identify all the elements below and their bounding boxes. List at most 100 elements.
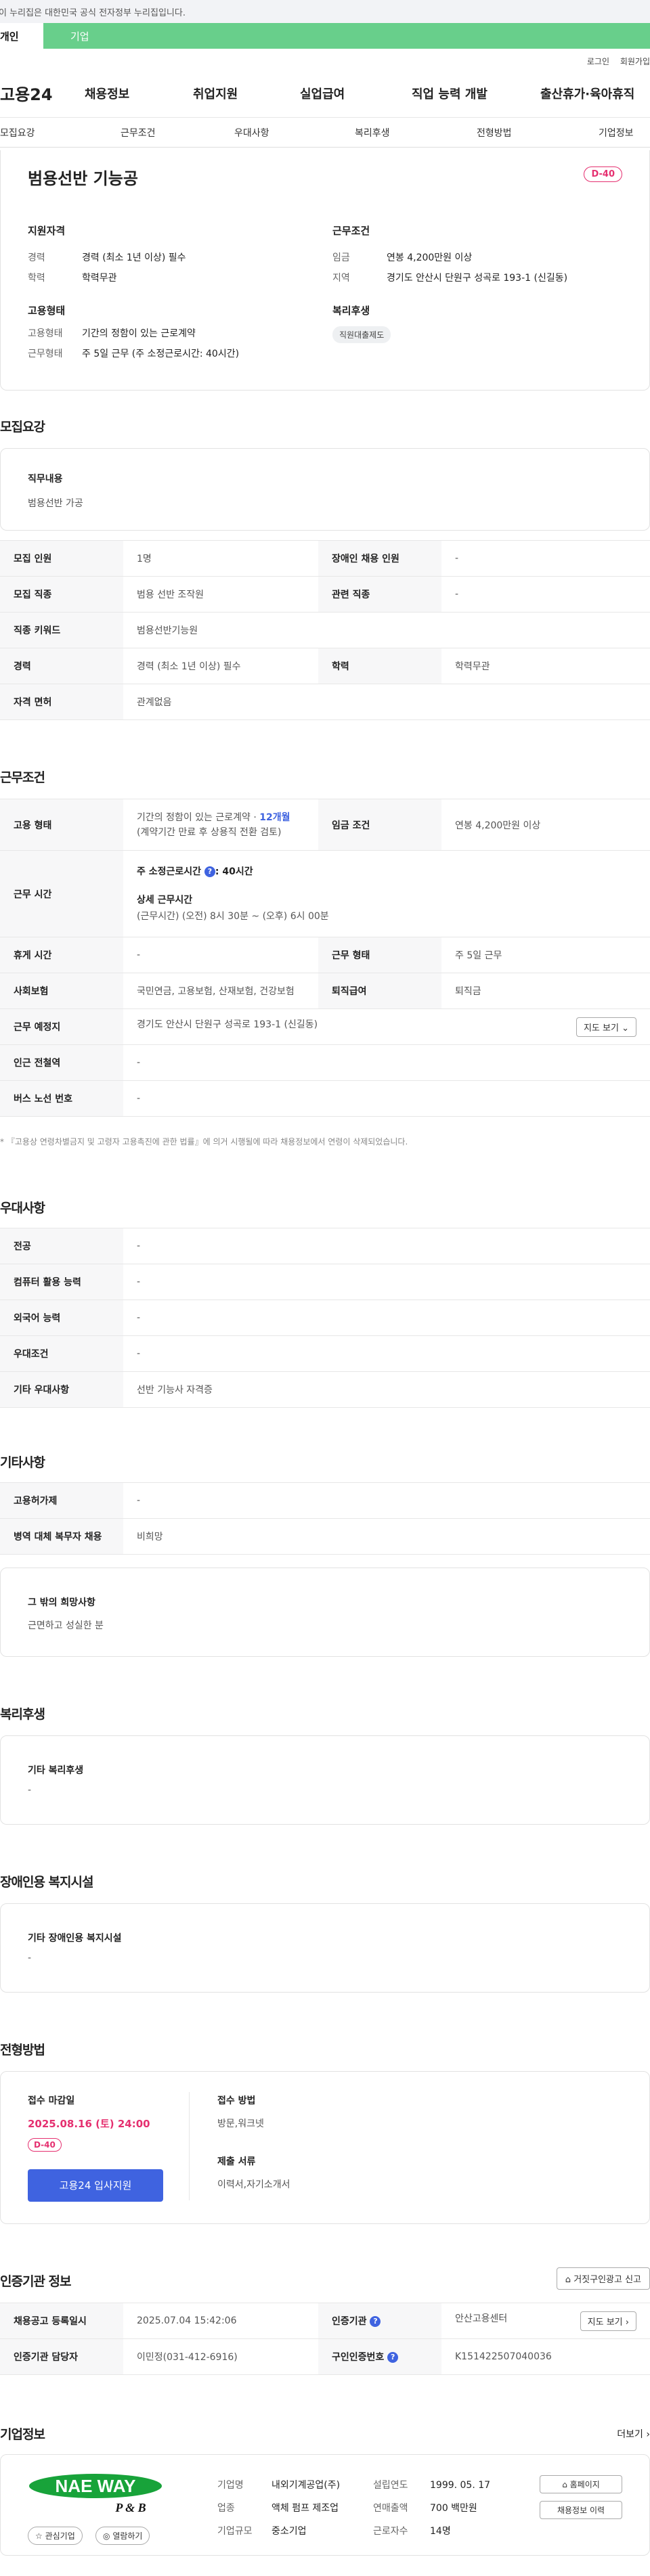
report-button[interactable]: ⌂ 거짓구인광고 신고 bbox=[556, 2267, 650, 2290]
cell-value: 관계없음 bbox=[123, 684, 650, 720]
subnav-welfare[interactable]: 복리후생 bbox=[355, 126, 477, 139]
login-link[interactable]: 로그인 bbox=[587, 57, 609, 66]
process-divider bbox=[189, 2092, 190, 2200]
table-row: 사회보험 국민연금, 고용보험, 산재보험, 건강보험 퇴직급여 퇴직금 bbox=[0, 973, 650, 1009]
cell-label: 구인인증번호 ? bbox=[318, 2338, 441, 2375]
cell-value: - bbox=[123, 1044, 650, 1081]
deadline-value: 2025.08.16 (토) 24:00 bbox=[28, 2118, 150, 2130]
cell-label: 장애인 채용 인원 bbox=[318, 540, 441, 577]
company-heading: 기업정보 bbox=[0, 2427, 45, 2442]
age-note: * 『고용상 연령차별금지 및 고령자 고용촉진에 관한 법률』에 의거 시행될… bbox=[0, 1137, 408, 1147]
cell-label: 외국어 능력 bbox=[0, 1300, 123, 1336]
cert-map-button[interactable]: 지도 보기 › bbox=[580, 2311, 636, 2331]
cell-value: - bbox=[123, 1482, 650, 1519]
cell-value: - bbox=[123, 1080, 650, 1117]
disability-heading: 장애인용 복지시설 bbox=[0, 1875, 93, 1890]
wish-value: 근면하고 성실한 분 bbox=[28, 1620, 104, 1631]
table-row: 버스 노선 번호 - bbox=[0, 1080, 650, 1117]
favorite-company-button[interactable]: ☆ 관심기업 bbox=[28, 2527, 83, 2545]
docs-label: 제출 서류 bbox=[217, 2156, 256, 2167]
cell-value: 경기도 안산시 단원구 성곡로 193-1 (신길동) 지도 보기 ⌄ bbox=[123, 1008, 650, 1045]
qual-label: 경력 bbox=[28, 252, 45, 263]
nav-jobs[interactable]: 채용정보 bbox=[85, 85, 193, 102]
table-row: 근무 예정지 경기도 안산시 단원구 성곡로 193-1 (신길동) 지도 보기 ⌄ bbox=[0, 1008, 650, 1045]
emp-value: 기간의 정함이 있는 근로계약 bbox=[82, 328, 196, 339]
help-icon[interactable]: ? bbox=[204, 866, 215, 877]
cell-value: 경력 (최소 1년 이상) 필수 bbox=[123, 648, 318, 684]
table-row: 우대조건 - bbox=[0, 1335, 650, 1372]
emp-value: 주 5일 근무 (주 소정근로시간: 40시간) bbox=[82, 349, 240, 359]
duty-card: 직무내용 범용선반 가공 bbox=[0, 448, 650, 531]
homepage-label: 홈페이지 bbox=[569, 2480, 600, 2489]
nav-training[interactable]: 직업 능력 개발 bbox=[412, 85, 540, 102]
eye-icon: ◎ bbox=[103, 2531, 110, 2541]
contract-period: 12개월 bbox=[259, 812, 290, 823]
info-value: 700 백만원 bbox=[430, 2503, 477, 2514]
deadline-label: 접수 마감일 bbox=[28, 2095, 75, 2106]
cell-label: 우대조건 bbox=[0, 1335, 123, 1372]
apply-button-label: 고용24 입사지원 bbox=[59, 2179, 132, 2192]
employment-type-list: 고용형태 기간의 정함이 있는 근로계약 근무형태 주 5일 근무 (주 소정근로시… bbox=[28, 324, 239, 364]
process-card: 접수 마감일 2025.08.16 (토) 24:00 D-40 고용24 입사… bbox=[0, 2071, 650, 2224]
apply-button[interactable]: 고용24 입사지원 bbox=[28, 2169, 163, 2202]
map-button[interactable]: 지도 보기 ⌄ bbox=[576, 1017, 636, 1037]
cell-value: 범용 선반 조작원 bbox=[123, 576, 318, 613]
qual-value: 경력 (최소 1년 이상) 필수 bbox=[82, 252, 186, 263]
benefits-heading: 복리후생 bbox=[332, 305, 370, 317]
cell-label: 학력 bbox=[318, 648, 441, 684]
subnav-preference[interactable]: 우대사항 bbox=[234, 126, 355, 139]
site-logo[interactable]: 고용24 bbox=[0, 81, 85, 105]
table-row: 고용허가제 - bbox=[0, 1482, 650, 1519]
cell-label: 고용 형태 bbox=[0, 799, 123, 851]
subnav-conditions[interactable]: 근무조건 bbox=[121, 126, 234, 139]
cell-value: - bbox=[441, 540, 650, 577]
cell-label: 고용허가제 bbox=[0, 1482, 123, 1519]
subnav-process[interactable]: 전형방법 bbox=[477, 126, 599, 139]
emp-type-text: 기간의 정함이 있는 근로계약 · bbox=[137, 812, 260, 823]
cell-value: K151422507040036 bbox=[441, 2338, 650, 2375]
chevron-right-icon: › bbox=[625, 2317, 629, 2328]
cond-value: 경기도 안산시 단원구 성곡로 193-1 (신길동) bbox=[387, 273, 568, 284]
info-label: 기업규모 bbox=[217, 2526, 253, 2537]
cell-value: 안산고용센터 지도 보기 › bbox=[441, 2303, 650, 2339]
cert-agency-value: 안산고용센터 bbox=[455, 2313, 508, 2324]
nav-employment-support[interactable]: 취업지원 bbox=[193, 85, 300, 102]
tab-business[interactable]: 기업 bbox=[43, 23, 131, 49]
cell-value: 이민정(031-412-6916) bbox=[123, 2338, 318, 2375]
help-icon[interactable]: ? bbox=[387, 2352, 399, 2363]
cell-value: 기간의 정함이 있는 근로계약 · 12개월 (계약기간 만료 후 상용직 전환 … bbox=[123, 799, 318, 851]
homepage-button[interactable]: ⌂ 홈페이지 bbox=[540, 2475, 622, 2493]
cell-label: 경력 bbox=[0, 648, 123, 684]
qual-label: 학력 bbox=[28, 273, 45, 284]
tab-personal[interactable]: 개인 bbox=[0, 23, 43, 49]
info-label: 연매출액 bbox=[373, 2503, 408, 2514]
company-info: 기업명 내외기계공업(주) 설립연도 1999. 05. 17 업종 액체 펌프 제조업… bbox=[217, 2474, 490, 2543]
cond-label: 임금 bbox=[332, 252, 350, 263]
cell-label: 전공 bbox=[0, 1228, 123, 1264]
detail-hours-value: (근무시간) (오전) 8시 30분 ~ (오후) 6시 00분 bbox=[137, 910, 329, 922]
subnav-recruit[interactable]: 모집요강 bbox=[0, 126, 121, 139]
view-company-button[interactable]: ◎ 열람하기 bbox=[95, 2527, 150, 2545]
company-logo-text: NAE WAY bbox=[56, 2476, 136, 2496]
help-icon[interactable]: ? bbox=[370, 2316, 381, 2327]
welfare-value: - bbox=[28, 1785, 32, 1796]
nav-unemployment[interactable]: 실업급여 bbox=[300, 85, 412, 102]
location-text: 경기도 안산시 단원구 성곡로 193-1 (신길동) bbox=[137, 1019, 318, 1030]
recruit-history-button[interactable]: 채용정보 이력 bbox=[540, 2501, 622, 2519]
wish-card: 그 밖의 희망사항 근면하고 성실한 분 bbox=[0, 1568, 650, 1657]
cell-value: 국민연금, 고용보험, 산재보험, 건강보험 bbox=[123, 973, 318, 1009]
company-more-link[interactable]: 더보기 › bbox=[617, 2427, 650, 2441]
subnav-company[interactable]: 기업정보 bbox=[599, 126, 634, 139]
section-nav: 모집요강 근무조건 우대사항 복리후생 전형방법 기업정보 bbox=[0, 118, 650, 148]
wish-label: 그 밖의 희망사항 bbox=[28, 1597, 95, 1608]
table-row: 인근 전철역 - bbox=[0, 1044, 650, 1081]
signup-link[interactable]: 회원가입 bbox=[620, 57, 650, 66]
conditions-heading: 근무조건 bbox=[332, 225, 370, 237]
info-label: 근로자수 bbox=[373, 2526, 408, 2537]
cell-label: 근무 시간 bbox=[0, 850, 123, 937]
cert-number-label: 구인인증번호 bbox=[332, 2352, 385, 2363]
work-table: 고용 형태 기간의 정함이 있는 근로계약 · 12개월 (계약기간 만료 후 상… bbox=[0, 799, 650, 1117]
more-label: 더보기 bbox=[617, 2429, 643, 2440]
nav-parental-leave[interactable]: 출산휴가·육아휴직 bbox=[540, 85, 634, 102]
cell-label: 근무 형태 bbox=[318, 937, 441, 973]
